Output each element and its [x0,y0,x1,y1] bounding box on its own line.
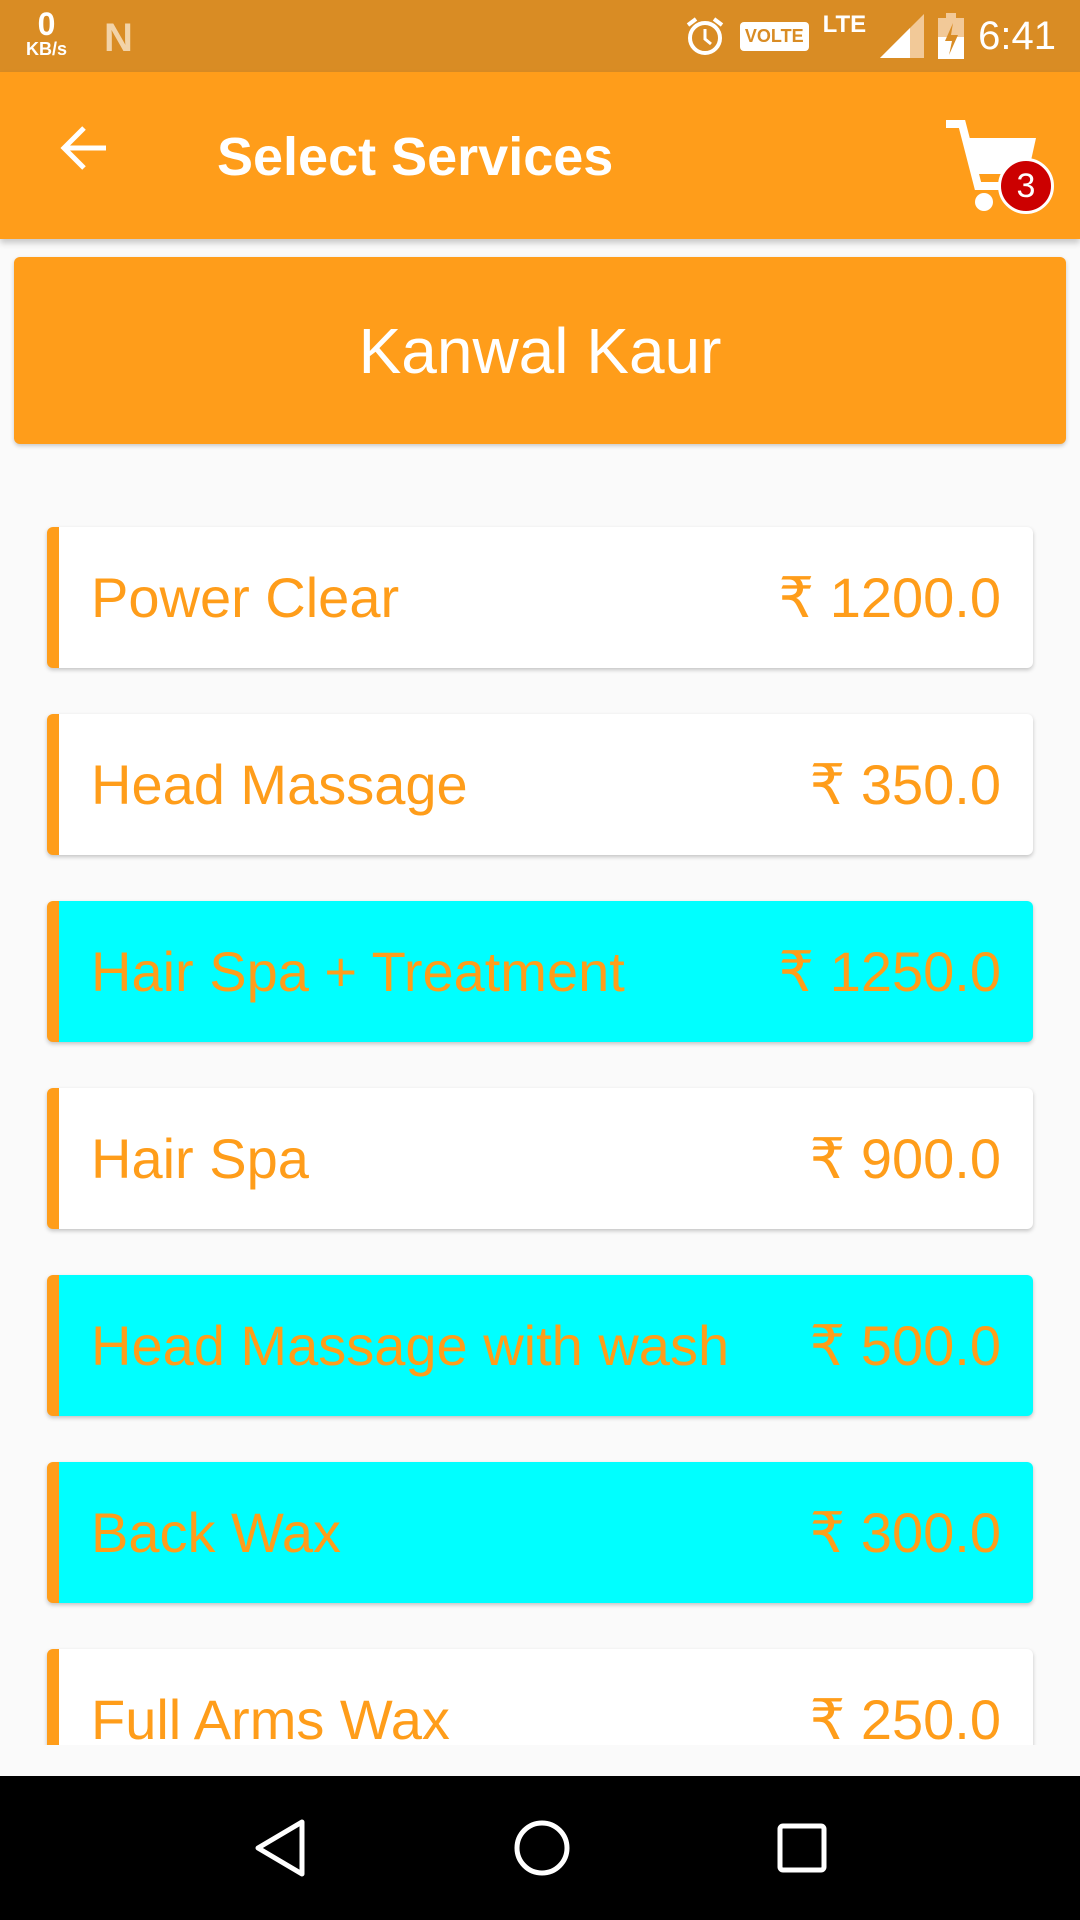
service-price: ₹ 1250.0 [778,939,1001,1003]
navigation-bar [0,1776,1080,1920]
speed-value: 0 [37,6,56,42]
lte-label: LTE [822,11,867,38]
cart-count-badge: 3 [998,158,1054,214]
service-name: Head Massage with wash [91,1314,730,1377]
service-row[interactable]: Hair Spa + Treatment ₹ 1250.0 [47,901,1033,1042]
back-nav-icon[interactable] [252,1818,308,1878]
alarm-icon [686,17,724,55]
stylist-name: Kanwal Kaur [358,314,722,387]
recents-nav-icon[interactable] [776,1822,828,1874]
page-title: Select Services [217,127,614,187]
service-row[interactable]: Power Clear ₹ 1200.0 [47,527,1033,668]
home-nav-icon[interactable] [512,1818,572,1878]
services-list[interactable]: Power Clear ₹ 1200.0 Head Massage ₹ 350.0 Ha… [0,500,1080,1745]
service-name: Head Massage [91,753,468,816]
status-bar: 0 KB/s N VOLTE LTE 6:41 [0,0,1080,72]
battery-charging-icon [938,13,965,59]
service-price: ₹ 350.0 [809,752,1001,816]
stylist-name-card: Kanwal Kaur [14,257,1066,444]
service-row[interactable]: Head Massage ₹ 350.0 [47,714,1033,855]
service-name: Hair Spa [91,1127,309,1190]
service-price: ₹ 900.0 [809,1126,1001,1190]
service-row[interactable]: Hair Spa ₹ 900.0 [47,1088,1033,1229]
clock: 6:41 [978,13,1056,58]
service-price: ₹ 250.0 [809,1687,1001,1746]
service-price: ₹ 500.0 [809,1313,1001,1377]
service-name: Full Arms Wax [91,1688,450,1745]
volte-badge: VOLTE [739,21,809,51]
service-price: ₹ 1200.0 [778,565,1001,629]
service-name: Power Clear [91,566,400,629]
service-name: Hair Spa + Treatment [91,940,625,1003]
service-row[interactable]: Full Arms Wax ₹ 250.0 [47,1649,1033,1745]
service-name: Back Wax [91,1501,341,1564]
service-row[interactable]: Back Wax ₹ 300.0 [47,1462,1033,1603]
service-row[interactable]: Head Massage with wash ₹ 500.0 [47,1275,1033,1416]
service-price: ₹ 300.0 [809,1500,1001,1564]
app-toolbar: Select Services 3 [0,72,1080,239]
signal-icon [880,14,925,58]
back-button[interactable] [58,122,110,183]
speed-unit: KB/s [26,39,68,59]
arrow-left-icon [60,126,106,170]
network-speed: 0 KB/s [26,8,67,58]
notification-n-icon: N [104,16,133,60]
